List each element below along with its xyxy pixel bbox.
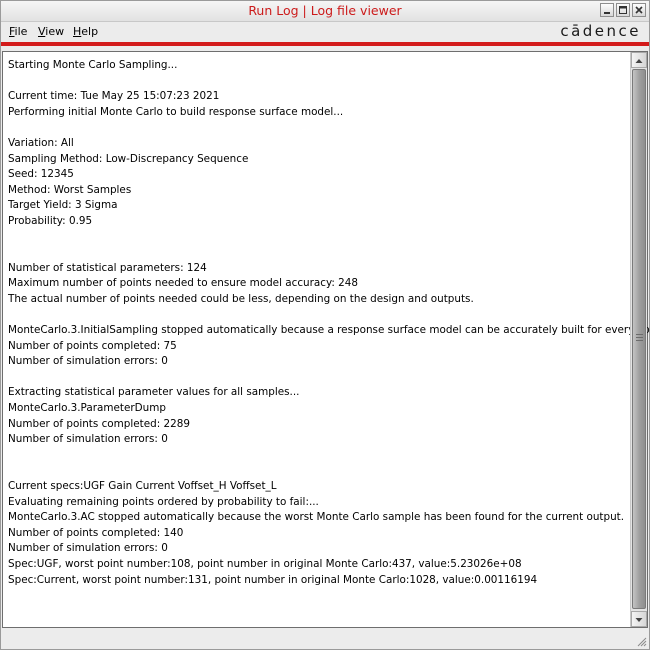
- log-line: MonteCarlo.3.InitialSampling stopped aut…: [8, 324, 650, 337]
- close-icon[interactable]: [632, 3, 646, 17]
- log-line: MonteCarlo.3.AC stopped automatically be…: [8, 511, 625, 524]
- menu-bar: File View Help cādence: [1, 22, 649, 42]
- window-title: Run Log | Log file viewer: [248, 3, 402, 18]
- log-line: Number of simulation errors: 0: [8, 433, 168, 446]
- cadence-logo: cādence: [560, 22, 641, 40]
- scrollbar-thumb[interactable]: [632, 69, 646, 609]
- log-line: Number of points completed: 2289: [8, 417, 190, 430]
- log-line: Number of points completed: 140: [8, 526, 184, 539]
- log-line: Number of simulation errors: 0: [8, 355, 168, 368]
- arrow-down-icon[interactable]: [631, 611, 647, 627]
- log-line: Current time: Tue May 25 15:07:23 2021: [8, 90, 220, 103]
- log-line: Extracting statistical parameter values …: [8, 386, 300, 399]
- maximize-icon[interactable]: [616, 3, 630, 17]
- arrow-up-icon[interactable]: [631, 52, 647, 68]
- menu-file[interactable]: File: [9, 25, 27, 38]
- minimize-icon[interactable]: [600, 3, 614, 17]
- log-line: Number of simulation errors: 0: [8, 542, 168, 555]
- title-bar[interactable]: Run Log | Log file viewer: [1, 1, 649, 22]
- log-viewer-window: Run Log | Log file viewer File View Help…: [0, 0, 650, 650]
- menu-file-label: ile: [14, 25, 28, 38]
- menu-help[interactable]: Help: [73, 25, 98, 38]
- log-line: Variation: All: [8, 136, 74, 149]
- log-line: Spec:Current, worst point number:131, po…: [8, 573, 538, 586]
- log-text-area[interactable]: Starting Monte Carlo Sampling... Current …: [2, 51, 650, 628]
- log-line: The actual number of points needed could…: [8, 292, 474, 305]
- resize-grip-icon[interactable]: [635, 635, 647, 647]
- log-line: Method: Worst Samples: [8, 183, 132, 196]
- log-line: Probability: 0.95: [8, 214, 93, 227]
- log-line: Starting Monte Carlo Sampling...: [8, 59, 178, 71]
- log-line: MonteCarlo.3.ParameterDump: [8, 402, 166, 415]
- grip-icon: [636, 334, 643, 343]
- status-bar: [1, 629, 649, 649]
- menu-view[interactable]: View: [38, 25, 64, 38]
- log-line: Performing initial Monte Carlo to build …: [8, 105, 344, 118]
- log-line: Sampling Method: Low-Discrepancy Sequenc…: [8, 152, 249, 165]
- log-line: Current specs:UGF Gain Current Voffset_H…: [8, 480, 277, 493]
- log-line: Number of points completed: 75: [8, 339, 177, 352]
- window-controls: [600, 3, 646, 17]
- log-line: Seed: 12345: [8, 168, 74, 181]
- log-content: Starting Monte Carlo Sampling... Current …: [8, 58, 650, 588]
- accent-divider: [1, 42, 649, 46]
- vertical-scrollbar[interactable]: [630, 52, 647, 627]
- log-line: Number of statistical parameters: 124: [8, 261, 207, 274]
- log-line: Maximum number of points needed to ensur…: [8, 277, 359, 290]
- log-line: Spec:UGF, worst point number:108, point …: [8, 558, 522, 570]
- menu-view-label: iew: [45, 25, 65, 38]
- log-line: Evaluating remaining points ordered by p…: [8, 495, 319, 508]
- log-line: Target Yield: 3 Sigma: [8, 199, 118, 212]
- menu-help-label: elp: [81, 25, 99, 38]
